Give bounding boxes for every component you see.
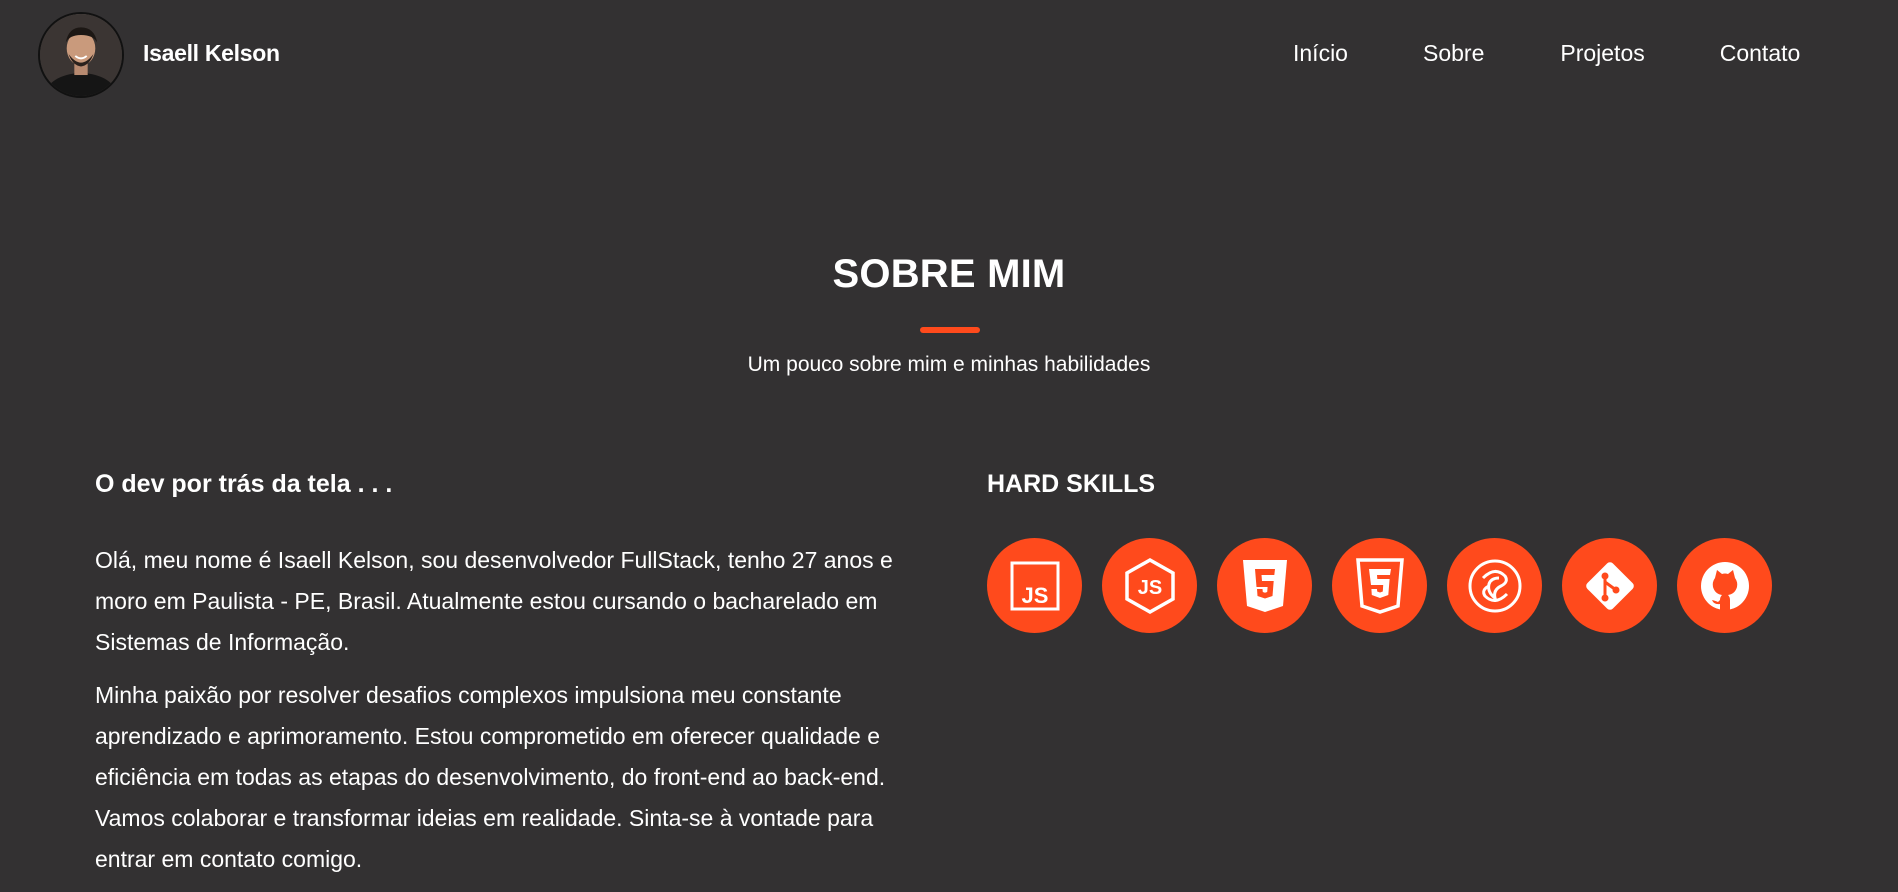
javascript-icon[interactable]: JS xyxy=(987,538,1082,633)
mysql-icon[interactable] xyxy=(1447,538,1542,633)
skills-list: JS JS xyxy=(987,538,1787,633)
html5-icon[interactable] xyxy=(1217,538,1312,633)
github-icon[interactable] xyxy=(1677,538,1772,633)
git-icon[interactable] xyxy=(1562,538,1657,633)
about-subtitle: Um pouco sobre mim e minhas habilidades xyxy=(747,353,1151,376)
svg-text:JS: JS xyxy=(1137,577,1161,599)
nav-link-inicio[interactable]: Início xyxy=(1293,40,1348,67)
about-text-column: O dev por trás da tela . . . Olá, meu no… xyxy=(95,470,925,892)
about-title: SOBRE MIM xyxy=(832,252,1066,296)
site-owner-name[interactable]: Isaell Kelson xyxy=(143,40,280,67)
skills-column: HARD SKILLS JS JS xyxy=(987,470,1787,633)
site-header: Isaell Kelson Início Sobre Projetos Cont… xyxy=(0,0,1898,110)
title-underline xyxy=(920,327,980,333)
nav-link-sobre[interactable]: Sobre xyxy=(1423,40,1484,67)
profile-photo-icon xyxy=(40,14,122,96)
main-nav: Início Sobre Projetos Contato xyxy=(1293,40,1800,67)
hard-skills-heading: HARD SKILLS xyxy=(987,470,1156,498)
nodejs-icon[interactable]: JS xyxy=(1102,538,1197,633)
svg-text:JS: JS xyxy=(1021,583,1048,608)
about-paragraph-1: Olá, meu nome é Isaell Kelson, sou desen… xyxy=(95,547,893,655)
nav-link-contato[interactable]: Contato xyxy=(1720,40,1801,67)
about-paragraph-2: Minha paixão por resolver desafios compl… xyxy=(95,682,886,872)
css3-icon[interactable] xyxy=(1332,538,1427,633)
nav-link-projetos[interactable]: Projetos xyxy=(1560,40,1644,67)
intro-heading: O dev por trás da tela . . . xyxy=(95,470,393,498)
profile-avatar[interactable] xyxy=(38,12,124,98)
